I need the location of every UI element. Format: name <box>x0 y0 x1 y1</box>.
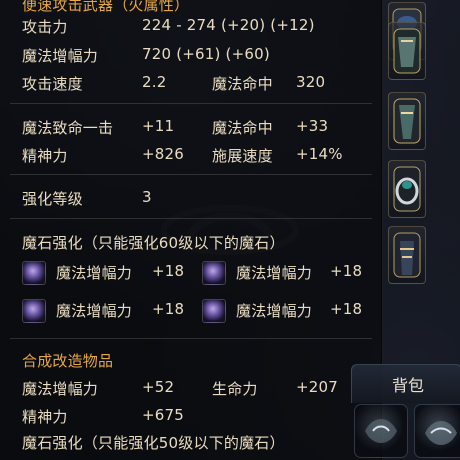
fusion-manastone-title: 魔石强化（只能强化50级以下的魔石） <box>22 434 285 452</box>
fusion-value-magic-amp: +52 <box>142 378 175 396</box>
item-title-partial: 便速攻击武器（火属性） <box>22 0 190 14</box>
stat-row-speed-and-hit: 攻击速度 2.2 魔法命中 320 <box>0 73 382 95</box>
fusion-row-1: 魔法增幅力 +52 生命力 +207 <box>0 378 382 400</box>
manastone-3-value: +18 <box>152 300 185 318</box>
fusion-label-magic-amp: 魔法增幅力 <box>22 380 99 398</box>
stat-row-enchant: 强化等级 3 <box>0 188 382 210</box>
manastone-icon <box>202 261 226 285</box>
stat-label-magic-hit-bonus: 魔法命中 <box>212 119 273 137</box>
separator <box>10 338 372 339</box>
stat-row-attack: 攻击力 224 - 274 (+20) (+12) <box>0 16 382 38</box>
tooltip-title-row: 便速攻击武器（火属性） <box>0 0 382 14</box>
stat-label-attack: 攻击力 <box>22 18 68 36</box>
manastone-row-2: 魔法增幅力 +18 魔法增幅力 +18 <box>0 298 382 324</box>
stat-row-crit-and-hit: 魔法致命一击 +11 魔法命中 +33 <box>0 117 382 139</box>
stat-label-attack-speed: 攻击速度 <box>22 75 83 93</box>
separator <box>10 218 372 219</box>
stat-value-magic-hit-bonus: +33 <box>296 117 329 135</box>
stat-value-magic-crit: +11 <box>142 117 175 135</box>
manastone-icon <box>22 261 46 285</box>
inventory-slot-2[interactable] <box>414 404 460 458</box>
stat-label-enchant-level: 强化等级 <box>22 190 83 208</box>
fusion-label-spirit: 精神力 <box>22 408 68 426</box>
stat-value-attack: 224 - 274 (+20) (+12) <box>142 16 315 34</box>
equipment-slot-4[interactable] <box>388 160 426 218</box>
manastone-2-label: 魔法增幅力 <box>236 264 313 282</box>
manastone-4-value: +18 <box>330 300 363 318</box>
stat-value-spirit: +826 <box>142 145 184 163</box>
equipment-icon <box>393 232 421 278</box>
manastone-icon <box>22 299 46 323</box>
fusion-row-2: 精神力 +675 <box>0 406 382 428</box>
equipment-icon <box>393 28 421 74</box>
manastone-1-value: +18 <box>152 262 185 280</box>
equipment-icon <box>393 98 421 144</box>
manastone-3-label: 魔法增幅力 <box>56 302 133 320</box>
stat-value-attack-speed: 2.2 <box>142 73 167 91</box>
stat-label-cast-speed: 施展速度 <box>212 147 273 165</box>
item-tooltip: 便速攻击武器（火属性） 攻击力 224 - 274 (+20) (+12) 魔法… <box>0 0 383 460</box>
equipment-slot-2[interactable] <box>388 22 426 80</box>
separator <box>10 174 372 175</box>
equipment-slot-3[interactable] <box>388 92 426 150</box>
stat-value-magic-hit: 320 <box>296 73 326 91</box>
stat-row-magic-amp: 魔法增幅力 720 (+61) (+60) <box>0 45 382 67</box>
manastone-4-label: 魔法增幅力 <box>236 302 313 320</box>
stat-label-magic-crit: 魔法致命一击 <box>22 119 114 137</box>
manastone-icon <box>202 299 226 323</box>
stat-value-enchant-level: 3 <box>142 188 152 206</box>
fusion-title: 合成改造物品 <box>22 352 114 370</box>
stat-value-magic-amp: 720 (+61) (+60) <box>142 45 270 63</box>
inventory-tab-label: 背包 <box>392 376 425 395</box>
separator <box>10 103 372 104</box>
manastone-section-title: 魔石强化（只能强化60级以下的魔石） <box>22 234 285 252</box>
manastone-1-label: 魔法增幅力 <box>56 264 133 282</box>
stat-label-magic-hit: 魔法命中 <box>212 75 273 93</box>
manastone-row-1: 魔法增幅力 +18 魔法增幅力 +18 <box>0 260 382 286</box>
equipment-icon <box>365 419 397 443</box>
manastone-2-value: +18 <box>330 262 363 280</box>
fusion-value-spirit: +675 <box>142 406 184 424</box>
fusion-manastone-header: 魔石强化（只能强化50级以下的魔石） <box>0 432 382 454</box>
equipment-icon <box>425 421 457 445</box>
equipment-icon <box>393 166 421 212</box>
stat-label-magic-amp: 魔法增幅力 <box>22 47 99 65</box>
stat-value-cast-speed: +14% <box>296 145 343 163</box>
stat-label-spirit: 精神力 <box>22 147 68 165</box>
fusion-label-hp: 生命力 <box>212 380 258 398</box>
fusion-value-hp: +207 <box>296 378 338 396</box>
stat-row-spirit-and-cast: 精神力 +826 施展速度 +14% <box>0 145 382 167</box>
inventory-slot-1[interactable] <box>354 404 408 458</box>
fusion-header: 合成改造物品 <box>0 350 382 372</box>
manastone-section-header: 魔石强化（只能强化60级以下的魔石） <box>0 232 382 254</box>
equipment-slot-5[interactable] <box>388 226 426 284</box>
